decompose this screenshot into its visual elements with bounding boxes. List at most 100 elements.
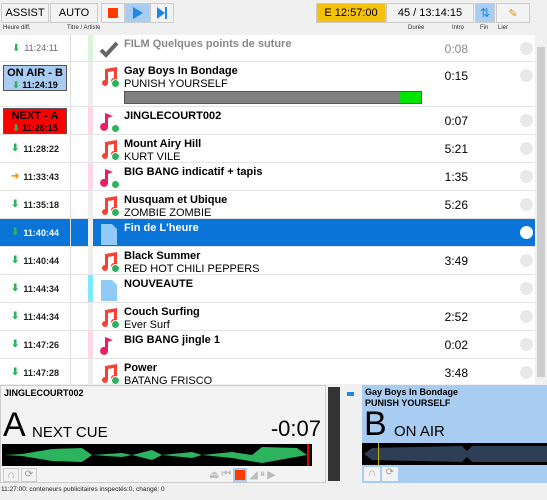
jingle-icon <box>98 111 120 133</box>
row-time: 11:40:44 <box>23 227 59 238</box>
playlist-row[interactable]: NEXT - A ⬇ 11:28:15 JINGLECOURT002 0:07 <box>0 107 535 135</box>
row-duration: 2:52 <box>444 310 468 324</box>
stop-button[interactable] <box>101 3 125 23</box>
eject-icon[interactable]: ⏏ <box>209 468 219 482</box>
play-icon[interactable]: ▶ <box>267 468 275 482</box>
headphones-icon: ∩ <box>368 467 376 479</box>
lier-toggle[interactable] <box>520 366 533 379</box>
lier-toggle[interactable] <box>520 282 533 295</box>
lier-toggle[interactable] <box>520 142 533 155</box>
lier-toggle[interactable] <box>520 310 533 323</box>
deck-a-waveform[interactable] <box>2 444 312 466</box>
row-title: NOUVEAUTE <box>124 278 194 290</box>
assist-button[interactable]: ASSIST <box>1 3 49 23</box>
row-artist: Ever Surf <box>124 319 170 331</box>
play-button[interactable] <box>125 3 150 23</box>
playlist-row[interactable]: ⬇ 11:40:44 Fin de L'heure <box>0 219 535 247</box>
auto-button[interactable]: AUTO <box>50 3 98 23</box>
row-duration: 5:26 <box>444 198 468 212</box>
arrow-down-icon: ⬇ <box>11 367 20 378</box>
fade-icon[interactable]: ◢ <box>249 468 257 482</box>
lier-toggle[interactable] <box>520 254 533 267</box>
arrow-down-icon: ⬇ <box>11 42 21 54</box>
deck-b-headphones-button[interactable]: ∩ <box>364 467 380 481</box>
edit-button[interactable]: ✎ <box>496 3 530 23</box>
row-title: FILM Quelques points de suture <box>124 38 292 50</box>
row-time: 11:35:18 <box>23 199 59 210</box>
scrollbar[interactable] <box>535 35 547 384</box>
badge-label: ON AIR - B <box>7 67 63 79</box>
deck-b-state: ON AIR <box>394 423 445 440</box>
playlist-row[interactable]: ⬇ 11:44:34 NOUVEAUTE <box>0 275 535 303</box>
playlist-row[interactable]: ON AIR - B ⬇ 11:24:19 Gay Boys In Bondage… <box>0 62 535 107</box>
music-icon <box>98 307 120 329</box>
progress-fill <box>400 92 421 103</box>
vu-meter <box>328 387 340 481</box>
deck-b-loop-button[interactable]: ⟳ <box>382 467 398 481</box>
arrow-down-icon: ⬇ <box>12 80 20 90</box>
lier-toggle[interactable] <box>520 338 533 351</box>
badge-label: NEXT - A <box>11 110 59 122</box>
playlist-row[interactable]: ⬇ 11:44:34 Couch Surfing Ever Surf 2:52 <box>0 303 535 331</box>
document-icon <box>98 279 120 301</box>
row-title: Mount Airy Hill <box>124 138 202 150</box>
row-title: BIG BANG jingle 1 <box>124 334 220 346</box>
row-title: Black Summer <box>124 250 201 262</box>
volume-slider[interactable] <box>344 388 356 481</box>
playlist-row[interactable]: ⬇ 11:47:28 Power BATANG FRISCO 3:48 <box>0 359 535 384</box>
playlist-row[interactable]: ⬇ 11:24:11 FILM Quelques points de suture… <box>0 35 535 62</box>
next-button[interactable] <box>150 3 174 23</box>
sort-button[interactable]: ⇅ <box>475 3 495 23</box>
deck-a: JINGLECOURT002 A NEXT CUE -0:07 ∩ ⟳ ⏏ ⏮ … <box>0 385 326 483</box>
row-artist: BATANG FRISCO <box>124 375 213 384</box>
headphones-button[interactable]: ∩ <box>3 468 19 482</box>
row-time: 11:28:22 <box>23 143 59 154</box>
lier-toggle[interactable] <box>520 226 533 239</box>
row-time: 11:40:44 <box>23 255 59 266</box>
row-duration: 0:08 <box>444 42 468 56</box>
playlist-row[interactable]: ⬇ 11:47:26 BIG BANG jingle 1 0:02 <box>0 331 535 359</box>
deck-a-letter: A <box>3 406 26 444</box>
lier-toggle[interactable] <box>520 114 533 127</box>
pause-icon[interactable]: ⏸ <box>260 468 266 482</box>
stop-icon[interactable] <box>233 468 248 482</box>
col-time: Heure diff. <box>3 25 31 31</box>
document-icon <box>98 223 120 245</box>
playlist-row[interactable]: ⬇ 11:40:44 Black Summer RED HOT CHILI PEP… <box>0 247 535 275</box>
row-duration: 3:49 <box>444 254 468 268</box>
row-artist: KURT VILE <box>124 151 181 163</box>
loop-icon: ⟳ <box>24 469 34 480</box>
row-time: 11:44:34 <box>23 311 59 322</box>
row-time: 11:47:28 <box>23 367 59 378</box>
col-intro: Intro <box>452 25 465 31</box>
deck-badge: NEXT - A ⬇ 11:28:15 <box>3 108 67 134</box>
deck-b-waveform[interactable] <box>362 443 547 465</box>
col-title: Titre / Artiste <box>67 25 101 31</box>
lier-toggle[interactable] <box>520 198 533 211</box>
row-duration: 0:15 <box>444 69 468 83</box>
col-duration: Durée <box>408 25 425 31</box>
deck-a-title: JINGLECOURT002 <box>4 388 84 398</box>
lier-toggle[interactable] <box>520 42 533 55</box>
deck-b-letter: B <box>364 405 387 443</box>
playlist-row[interactable]: ⬇ 11:35:18 Nusquam et Ubique ZOMBIE ZOMBI… <box>0 191 535 219</box>
arrow-down-icon: ⬇ <box>11 339 20 350</box>
deck-a-state: NEXT CUE <box>32 424 108 441</box>
arrow-down-icon: ⬇ <box>12 123 20 133</box>
row-duration: 5:21 <box>444 142 468 156</box>
arrow-down-icon: ⬇ <box>11 311 20 322</box>
deck-b-title: Gay Boys In Bondage <box>365 387 459 397</box>
loop-icon: ⟳ <box>385 467 395 478</box>
status-bar: 11:27:00: conteneurs publicitaires inspe… <box>1 486 165 493</box>
lier-toggle[interactable] <box>520 170 533 183</box>
playlist-row[interactable]: ⬇ 11:28:22 Mount Airy Hill KURT VILE 5:21 <box>0 135 535 163</box>
lier-toggle[interactable] <box>520 69 533 82</box>
playlist-row[interactable]: ➜ 11:33:43 BIG BANG indicatif + tapis 1:3… <box>0 163 535 191</box>
row-title: JINGLECOURT002 <box>124 110 222 122</box>
row-duration: 0:07 <box>444 114 468 128</box>
row-artist: PUNISH YOURSELF <box>124 78 228 90</box>
previous-icon[interactable]: ⏮ <box>221 468 231 482</box>
check-icon <box>98 39 120 61</box>
loop-button[interactable]: ⟳ <box>21 468 37 482</box>
row-title: Gay Boys In Bondage <box>124 65 238 77</box>
